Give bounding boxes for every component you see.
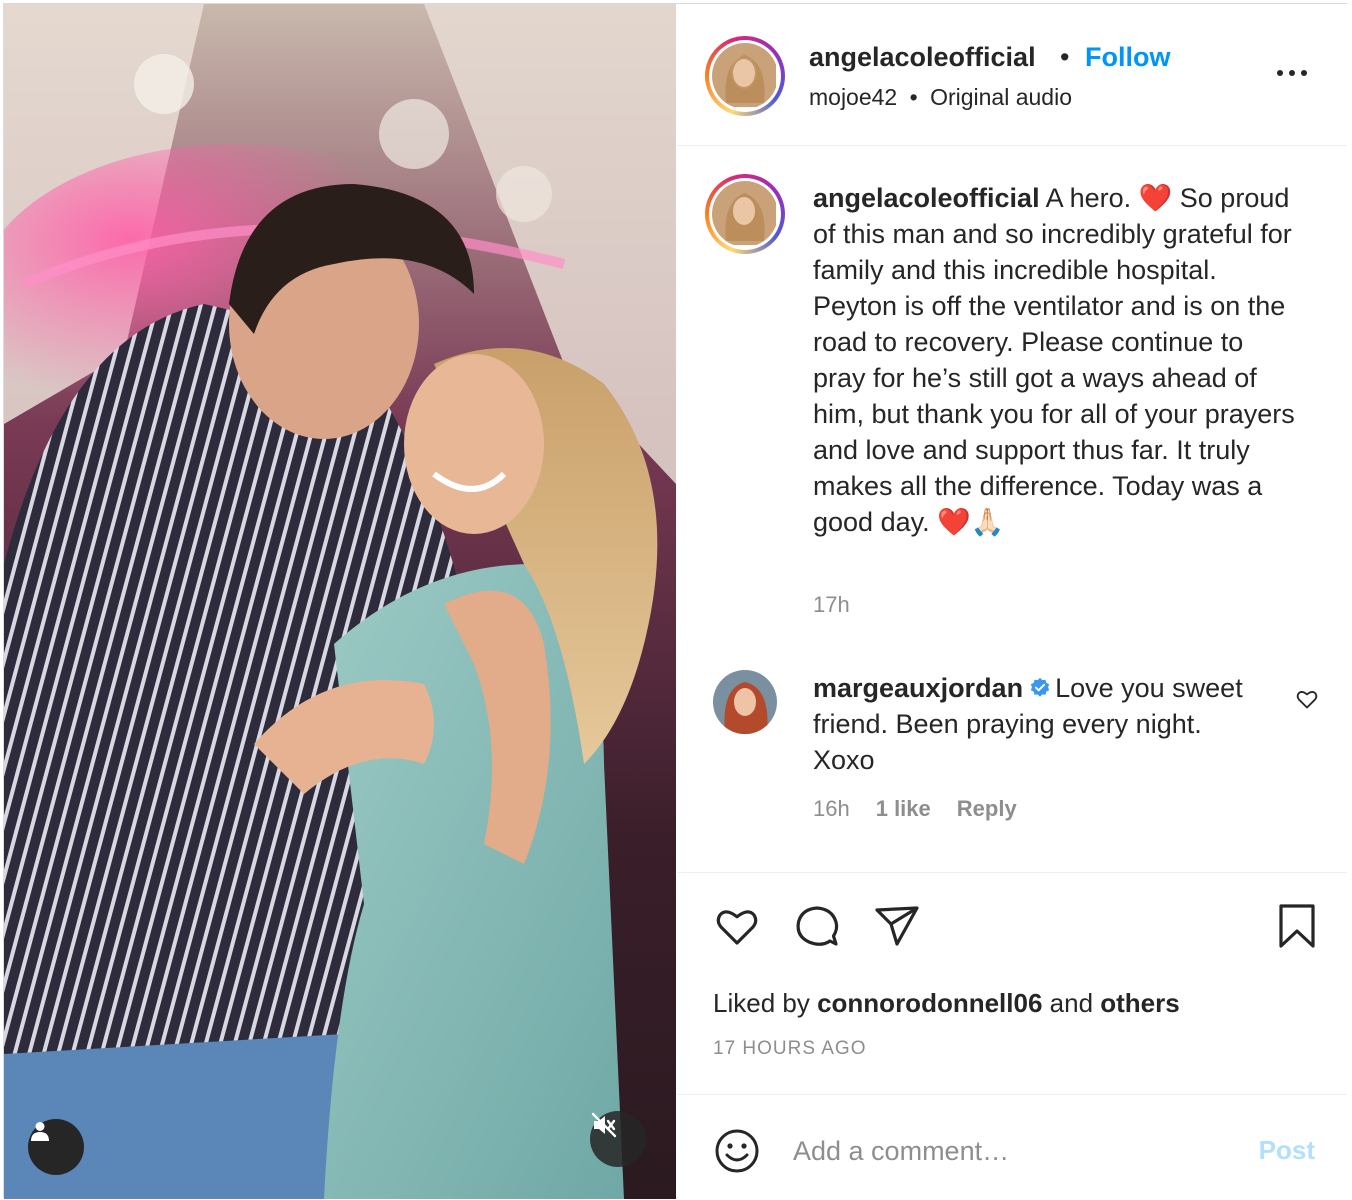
author-avatar-image bbox=[712, 43, 776, 107]
post-dialog: angelacoleofficial • Follow mojoe42 • Or… bbox=[3, 3, 1347, 1199]
liked-by-prefix: Liked by bbox=[713, 988, 818, 1018]
paper-plane-icon[interactable] bbox=[873, 902, 921, 950]
comment-username-link[interactable]: margeauxjordan bbox=[813, 673, 1023, 703]
audio-user-link[interactable]: mojoe42 bbox=[809, 84, 897, 110]
heart-emoji: ❤️ bbox=[1138, 183, 1173, 213]
heart-pray-emoji: ❤️🙏🏻 bbox=[937, 507, 1005, 537]
user-tag-button[interactable] bbox=[28, 1119, 84, 1175]
liked-by-user-link[interactable]: connorodonnell06 bbox=[817, 988, 1042, 1018]
user-tag-icon bbox=[31, 1122, 49, 1141]
audio-separator: • bbox=[909, 84, 918, 110]
comment-input[interactable] bbox=[793, 1131, 1233, 1171]
post-comment-button[interactable]: Post bbox=[1259, 1135, 1315, 1166]
comment-bubble-icon[interactable] bbox=[793, 902, 841, 950]
speaker-muted-icon bbox=[591, 1112, 617, 1138]
caption-avatar-image bbox=[712, 181, 776, 245]
mute-toggle-button[interactable] bbox=[590, 1111, 646, 1167]
comment-time[interactable]: 16h bbox=[813, 796, 850, 822]
comment-likes-link[interactable]: 1 like bbox=[876, 796, 931, 822]
commenter-avatar-image bbox=[713, 670, 777, 734]
comment-reply-button[interactable]: Reply bbox=[957, 796, 1017, 822]
commenter-avatar[interactable] bbox=[713, 670, 777, 734]
heart-icon[interactable] bbox=[713, 902, 761, 950]
caption-time[interactable]: 17h bbox=[813, 592, 850, 618]
caption-text-1: A hero. bbox=[1039, 183, 1139, 213]
post-header: angelacoleofficial • Follow mojoe42 • Or… bbox=[677, 4, 1347, 146]
liked-by-others-link[interactable]: others bbox=[1100, 988, 1179, 1018]
smiley-icon[interactable] bbox=[713, 1127, 761, 1175]
follow-button[interactable]: Follow bbox=[1085, 42, 1170, 73]
more-dots-icon[interactable] bbox=[1277, 70, 1307, 76]
caption-username-link[interactable]: angelacoleofficial bbox=[813, 183, 1040, 213]
comment-body: margeauxjordan Love you sweet friend. Bee… bbox=[813, 670, 1253, 778]
liked-by-middle: and bbox=[1042, 988, 1101, 1018]
caption-text-2: So proud of this man and so incredibly g… bbox=[813, 183, 1295, 537]
actions-divider bbox=[677, 872, 1347, 873]
comment-like-heart-icon[interactable] bbox=[1295, 687, 1319, 711]
comment-meta: 16h 1 like Reply bbox=[813, 796, 1017, 822]
verified-badge-icon bbox=[1030, 677, 1050, 697]
caption-author-avatar[interactable] bbox=[705, 174, 785, 254]
post-caption: angelacoleofficial A hero. ❤️ So proud o… bbox=[813, 180, 1303, 540]
post-side-panel: angelacoleofficial • Follow mojoe42 • Or… bbox=[677, 4, 1347, 1199]
author-username-link[interactable]: angelacoleofficial bbox=[809, 42, 1036, 73]
post-photo bbox=[4, 4, 676, 1199]
header-separator: • bbox=[1060, 42, 1070, 72]
author-avatar[interactable] bbox=[705, 36, 785, 116]
audio-link[interactable]: Original audio bbox=[930, 84, 1072, 110]
post-timestamp[interactable]: 17 HOURS AGO bbox=[713, 1038, 867, 1060]
audio-attribution: mojoe42 • Original audio bbox=[809, 84, 1072, 111]
bookmark-icon[interactable] bbox=[1275, 902, 1319, 950]
liked-by-summary: Liked by connorodonnell06 and others bbox=[713, 988, 1180, 1019]
comment-composer: Post bbox=[677, 1094, 1347, 1199]
post-media-video[interactable] bbox=[4, 4, 676, 1199]
